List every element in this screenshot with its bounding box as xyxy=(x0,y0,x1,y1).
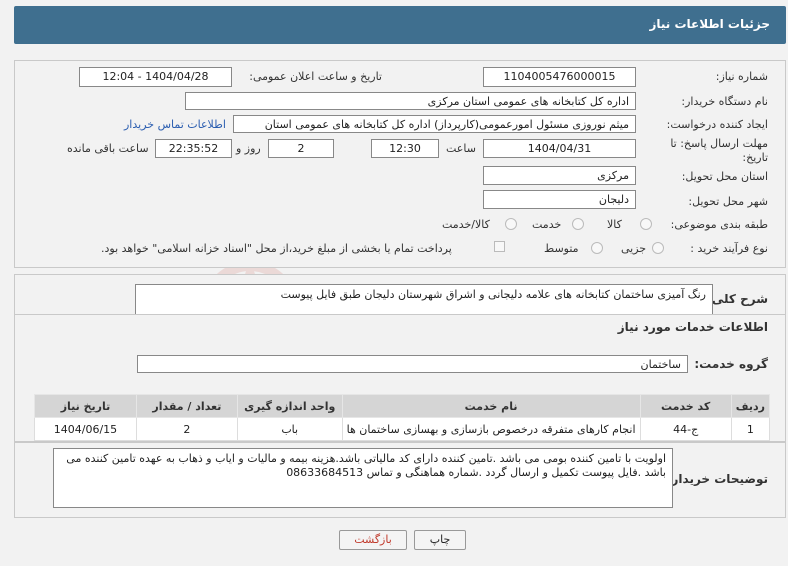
requester-label: ایجاد کننده درخواست: xyxy=(666,118,768,131)
delivery-city-field[interactable]: دلیجان xyxy=(483,190,636,209)
services-table: ردیف کد خدمت نام خدمت واحد اندازه گیری ت… xyxy=(34,394,771,441)
cell-need-date: 1404/06/15 xyxy=(34,417,137,441)
purchase-type-medium-radio[interactable] xyxy=(591,242,603,254)
service-group-field[interactable]: ساختمان xyxy=(137,355,688,373)
delivery-province-field[interactable]: مرکزی xyxy=(483,166,636,185)
purchase-type-label: نوع فرآیند خرید : xyxy=(690,242,768,255)
buyer-org-label: نام دستگاه خریدار: xyxy=(681,95,768,108)
delivery-city-label: شهر محل تحویل: xyxy=(688,195,768,208)
need-number-field[interactable]: 1104005476000015 xyxy=(483,67,636,87)
cell-row-number: 1 xyxy=(730,417,771,441)
category-goods-service-radio[interactable] xyxy=(505,218,517,230)
deadline-time-label: ساعت xyxy=(446,142,476,155)
requester-field[interactable]: میثم نوروزی مسئول امورعمومی(کارپرداز) اد… xyxy=(233,115,636,133)
cell-service-name: انجام کارهای متفرقه درخصوص بازسازی و بهس… xyxy=(341,417,641,441)
announce-datetime-label: تاریخ و ساعت اعلان عمومی: xyxy=(249,70,382,83)
purchase-type-medium-label: متوسط xyxy=(544,242,579,255)
category-goods-service-label: کالا/خدمت xyxy=(442,218,490,231)
category-label: طبقه بندی موضوعی: xyxy=(670,218,768,231)
col-unit: واحد اندازه گیری xyxy=(236,394,343,418)
page-title: جزئیات اطلاعات نیاز xyxy=(649,17,770,31)
category-goods-radio[interactable] xyxy=(640,218,652,230)
treasury-checkbox[interactable] xyxy=(494,241,505,252)
delivery-province-label: استان محل تحویل: xyxy=(681,170,768,183)
deadline-date-field[interactable]: 1404/04/31 xyxy=(483,139,636,158)
col-service-code: کد خدمت xyxy=(639,394,732,418)
treasury-note: پرداخت تمام یا بخشی از مبلغ خرید،از محل … xyxy=(101,242,452,255)
remaining-time-label: ساعت باقی مانده xyxy=(67,142,149,155)
buyer-notes-label: توضیحات خریدار: xyxy=(666,472,768,486)
remaining-days-field[interactable]: 2 xyxy=(268,139,334,158)
table-header-row: ردیف کد خدمت نام خدمت واحد اندازه گیری ت… xyxy=(34,394,771,418)
need-number-label: شماره نیاز: xyxy=(715,70,768,83)
deadline-label: مهلت ارسال پاسخ: تا تاریخ: xyxy=(670,137,768,164)
announce-datetime-field[interactable]: 1404/04/28 - 12:04 xyxy=(79,67,232,87)
category-service-radio[interactable] xyxy=(572,218,584,230)
cell-unit: باب xyxy=(236,417,343,441)
buyer-contact-link[interactable]: اطلاعات تماس خریدار xyxy=(124,118,226,131)
col-quantity: تعداد / مقدار xyxy=(135,394,238,418)
print-button[interactable]: چاپ xyxy=(414,530,466,550)
buyer-notes-field[interactable]: اولویت با تامین کننده بومی می باشد .تامی… xyxy=(53,448,673,508)
purchase-type-minor-label: جزیی xyxy=(621,242,647,255)
category-goods-label: کالا xyxy=(607,218,622,231)
col-need-date: تاریخ نیاز xyxy=(34,394,137,418)
page-header: جزئیات اطلاعات نیاز xyxy=(14,6,786,44)
deadline-time-field[interactable]: 12:30 xyxy=(371,139,439,158)
purchase-type-minor-radio[interactable] xyxy=(652,242,664,254)
buyer-org-field[interactable]: اداره کل کتابخانه های عمومی استان مرکزی xyxy=(185,92,636,110)
remaining-time-field[interactable]: 22:35:52 xyxy=(155,139,232,158)
cell-quantity: 2 xyxy=(135,417,238,441)
table-row: 1 ج-44 انجام کارهای متفرقه درخصوص بازساز… xyxy=(34,417,771,441)
cell-service-code: ج-44 xyxy=(639,417,732,441)
general-desc-field[interactable]: رنگ آمیزی ساختمان کتابخانه های علامه دلی… xyxy=(135,284,713,316)
service-group-label: گروه خدمت: xyxy=(694,357,768,371)
services-title: اطلاعات خدمات مورد نیاز xyxy=(617,320,768,334)
days-label: روز و xyxy=(236,142,261,155)
col-row-number: ردیف xyxy=(730,394,771,418)
category-service-label: خدمت xyxy=(532,218,562,231)
back-button[interactable]: بازگشت xyxy=(339,530,407,550)
col-service-name: نام خدمت xyxy=(341,394,641,418)
